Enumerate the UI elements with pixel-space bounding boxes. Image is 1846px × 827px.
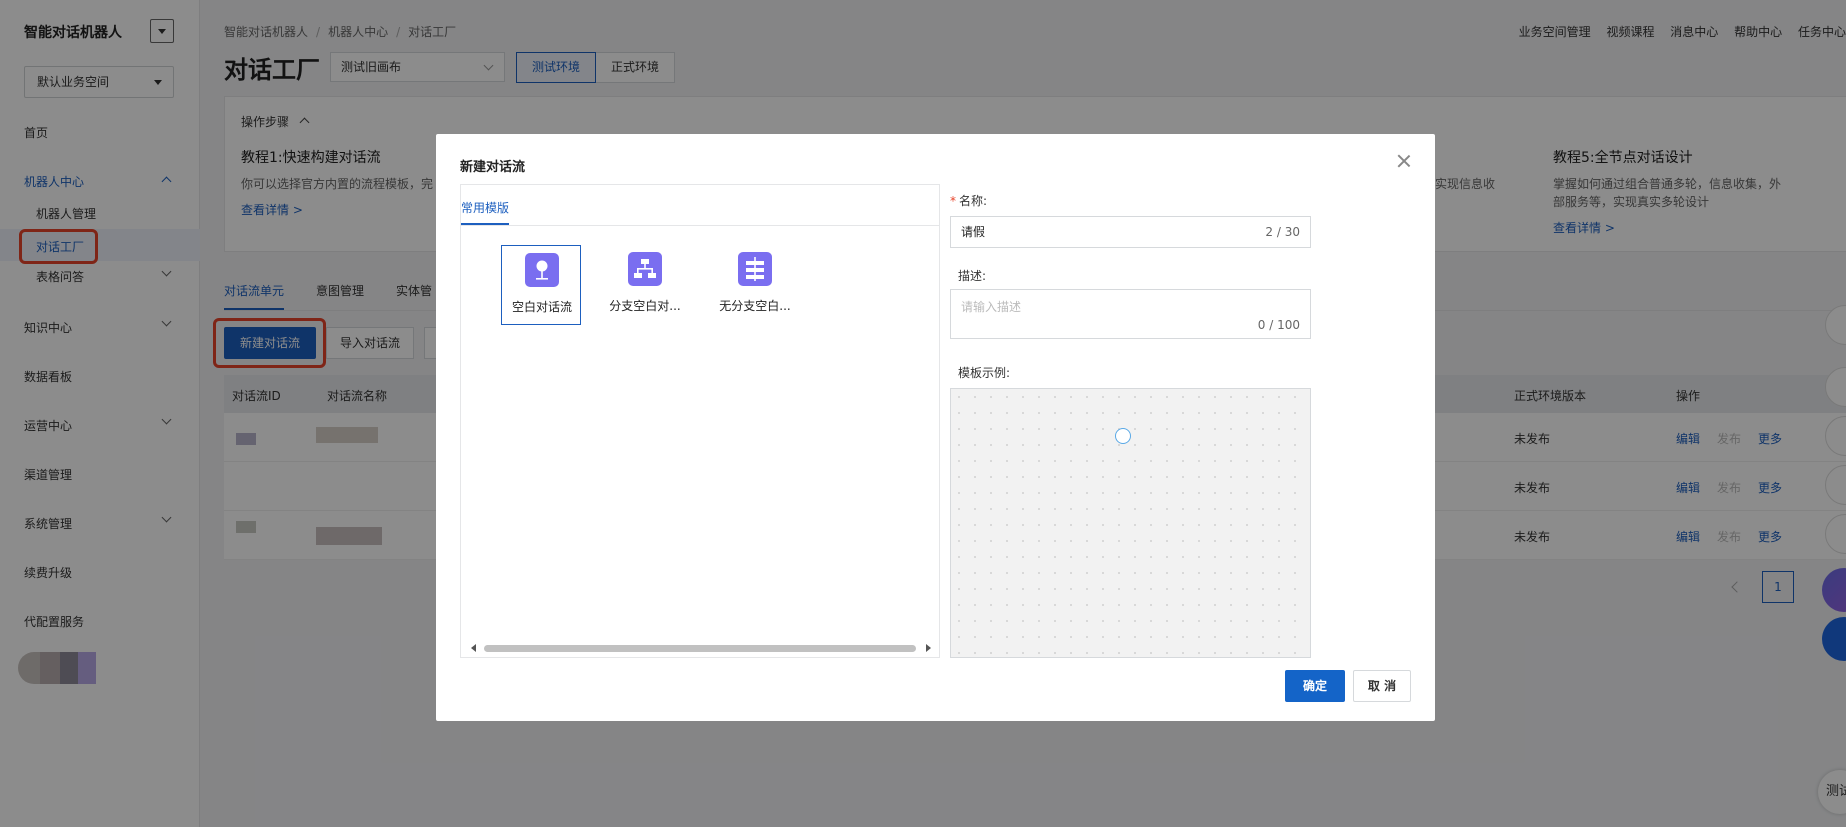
- template-card-blank[interactable]: 空白对话流: [501, 245, 581, 325]
- template-label: 无分支空白...: [719, 299, 791, 313]
- name-char-count: 2 / 30: [1265, 225, 1300, 239]
- template-label: 分支空白对...: [609, 299, 681, 313]
- template-card-linear[interactable]: 无分支空白...: [715, 245, 795, 325]
- linear-flow-icon: [738, 252, 772, 286]
- divider: [461, 225, 939, 226]
- close-icon[interactable]: [1397, 154, 1411, 168]
- required-mark: *: [950, 194, 956, 208]
- template-preview-canvas[interactable]: [950, 388, 1311, 658]
- desc-label: 描述:: [958, 269, 987, 283]
- scroll-right-icon[interactable]: [926, 644, 931, 652]
- confirm-button[interactable]: 确定: [1285, 670, 1345, 702]
- name-input-value: 请假: [961, 225, 986, 239]
- name-label-text: 名称:: [959, 194, 988, 208]
- preview-label: 模板示例:: [958, 366, 1011, 380]
- scroll-left-icon[interactable]: [471, 644, 476, 652]
- template-label: 空白对话流: [511, 300, 572, 314]
- name-input[interactable]: 请假 2 / 30: [950, 216, 1311, 248]
- location-pin-icon: [525, 253, 559, 287]
- dialog-title: 新建对话流: [460, 160, 526, 175]
- branch-tree-icon: [628, 252, 662, 286]
- template-card-branch[interactable]: 分支空白对...: [605, 245, 685, 325]
- tab-common-templates[interactable]: 常用模版: [461, 199, 509, 216]
- desc-char-count: 0 / 100: [1257, 318, 1300, 332]
- horizontal-scrollbar[interactable]: [471, 644, 931, 652]
- description-placeholder: 请输入描述: [961, 300, 1022, 314]
- name-label: * 名称:: [950, 192, 987, 209]
- preview-start-node: [1115, 428, 1131, 444]
- template-panel: 常用模版 空白对话流 分支空白对... 无分支空白...: [460, 184, 940, 658]
- cancel-button[interactable]: 取 消: [1353, 670, 1411, 702]
- scrollbar-thumb[interactable]: [484, 645, 916, 652]
- new-flow-dialog: 新建对话流 常用模版 空白对话流 分支空白对... 无分支空白... * 名称:…: [436, 134, 1435, 721]
- description-input[interactable]: 请输入描述 0 / 100: [950, 289, 1311, 339]
